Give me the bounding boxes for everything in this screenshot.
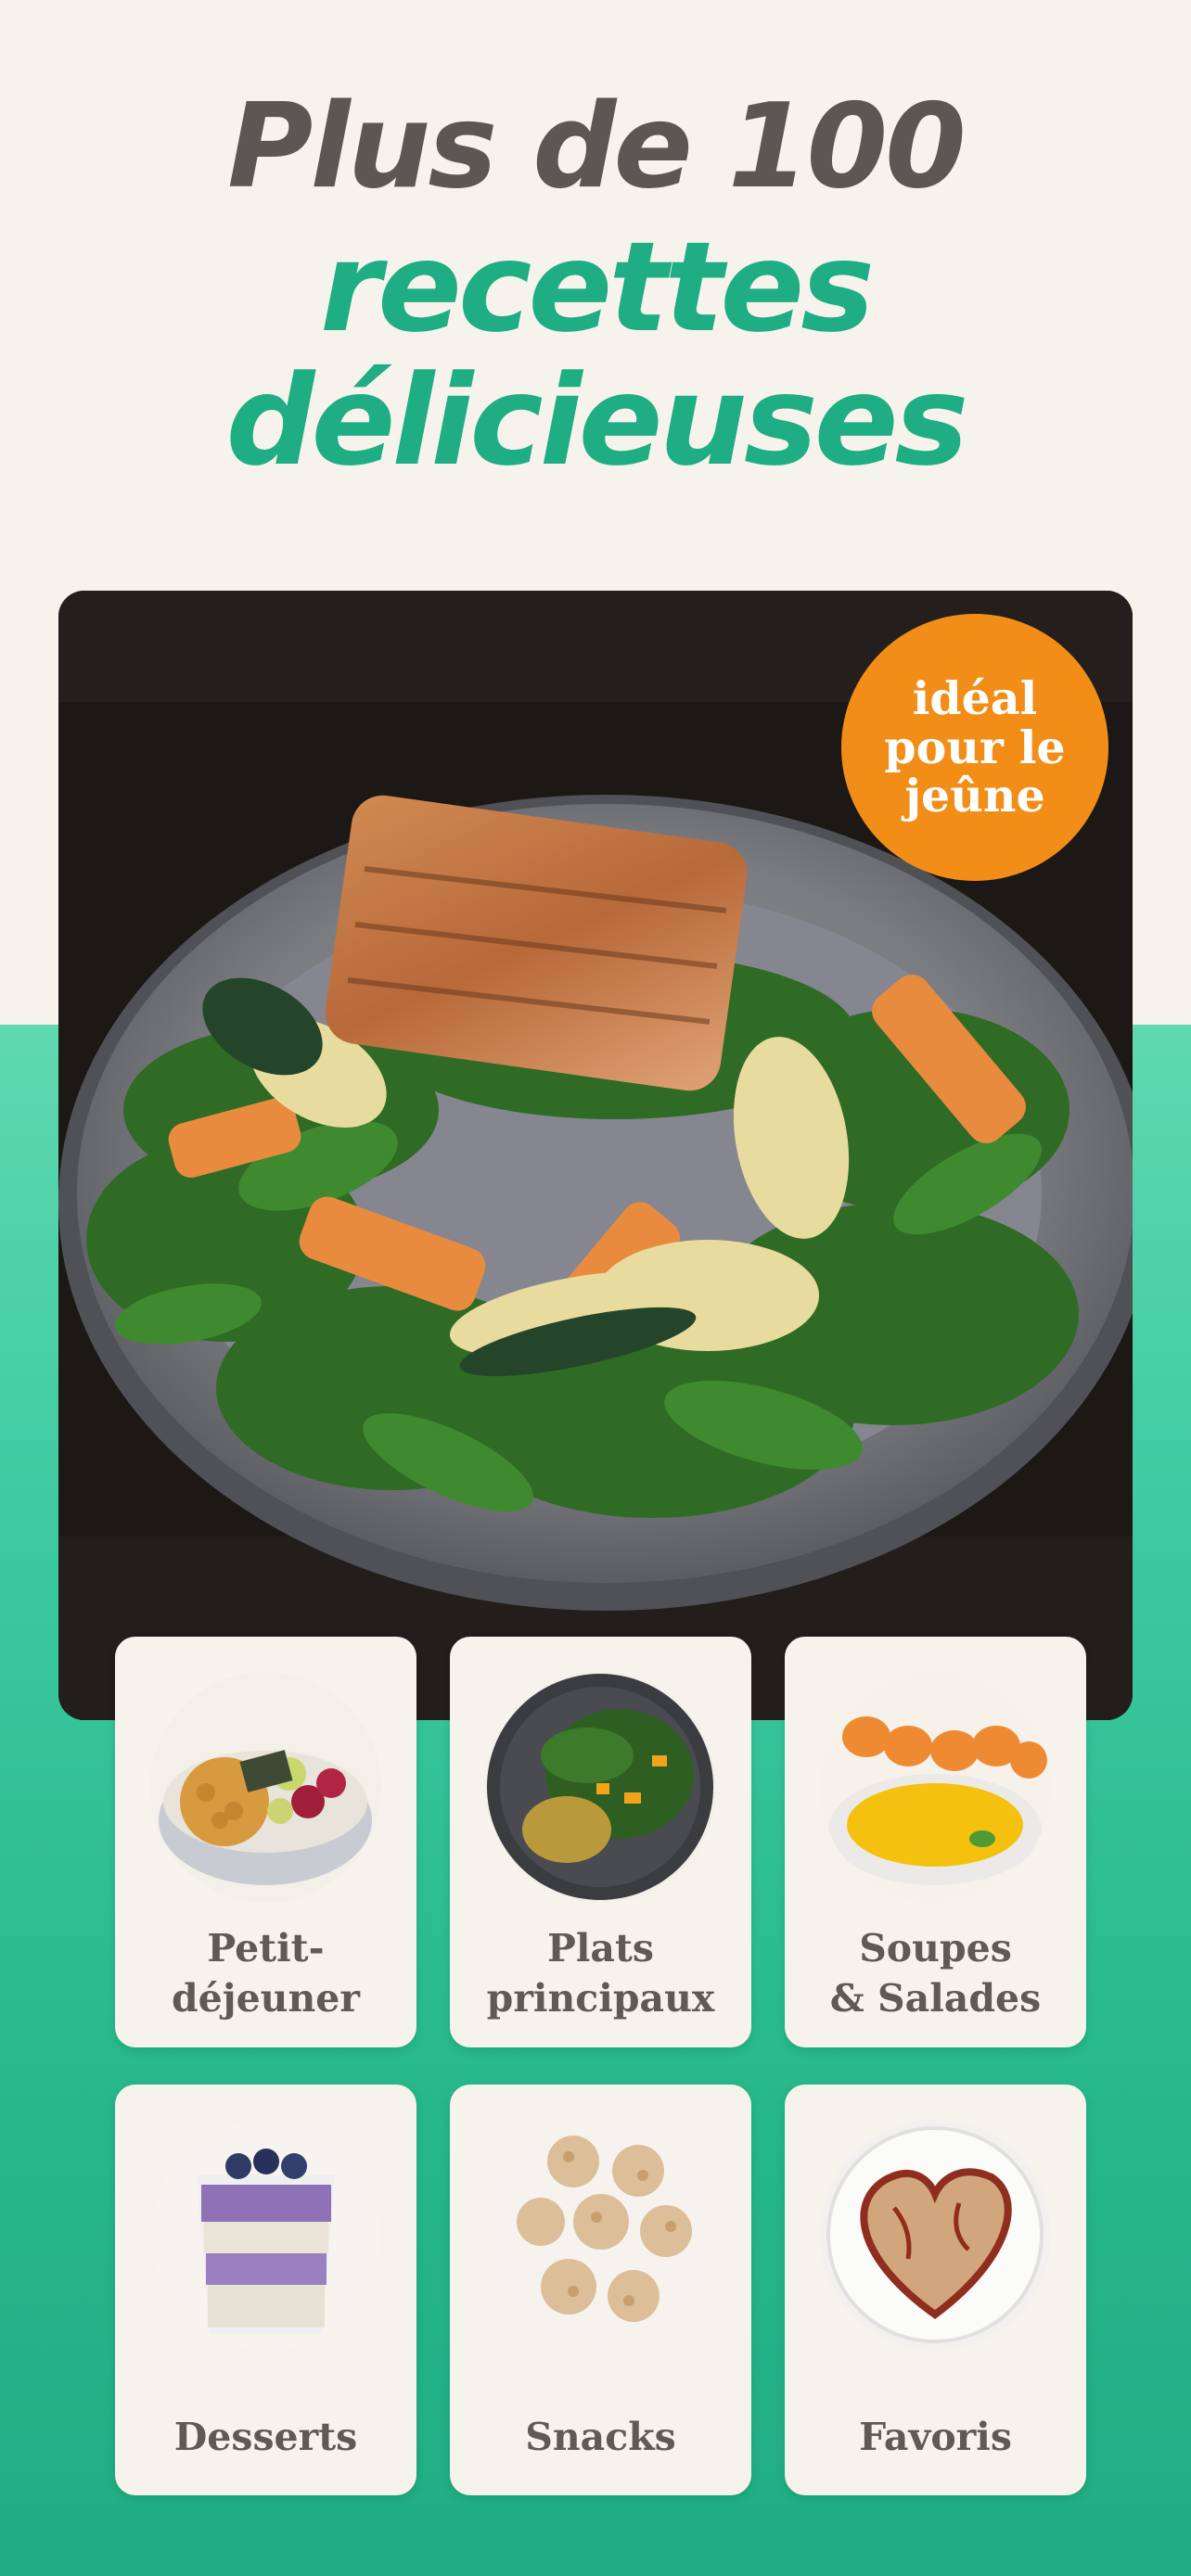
favorites-heart-icon (820, 2120, 1051, 2351)
category-card-desserts[interactable]: Desserts (115, 2085, 416, 2495)
snacks-icon (485, 2120, 716, 2351)
category-label: Petit- déjeuner (172, 1925, 360, 2021)
category-label: Plats principaux (486, 1925, 715, 2021)
main-dish-icon (485, 1672, 716, 1903)
badge-line-1: idéal (912, 670, 1038, 725)
category-card-favorites[interactable]: Favoris (785, 2085, 1086, 2495)
headline-line-1: Plus de 100 (227, 78, 967, 214)
category-label: Favoris (859, 2414, 1012, 2459)
category-card-soups-salads[interactable]: Soupes & Salades (785, 1637, 1086, 2047)
category-card-snacks[interactable]: Snacks (450, 2085, 751, 2495)
headline: Plus de 100 recettes délicieuses (0, 78, 1191, 493)
breakfast-bowl-icon (150, 1672, 381, 1903)
category-label: Soupes & Salades (829, 1925, 1042, 2021)
category-label: Desserts (173, 2414, 358, 2459)
badge-line-3: jeûne (904, 769, 1045, 823)
soup-salad-icon (820, 1672, 1051, 1903)
category-label: Snacks (525, 2414, 676, 2459)
category-card-main-dishes[interactable]: Plats principaux (450, 1637, 751, 2047)
dessert-icon (150, 2120, 381, 2351)
fasting-badge: idéal pour le jeûne (841, 614, 1108, 881)
headline-line-2: recettes (319, 215, 875, 360)
category-card-breakfast[interactable]: Petit- déjeuner (115, 1637, 416, 2047)
badge-line-2: pour le (884, 720, 1066, 774)
headline-line-3: délicieuses (225, 349, 969, 493)
